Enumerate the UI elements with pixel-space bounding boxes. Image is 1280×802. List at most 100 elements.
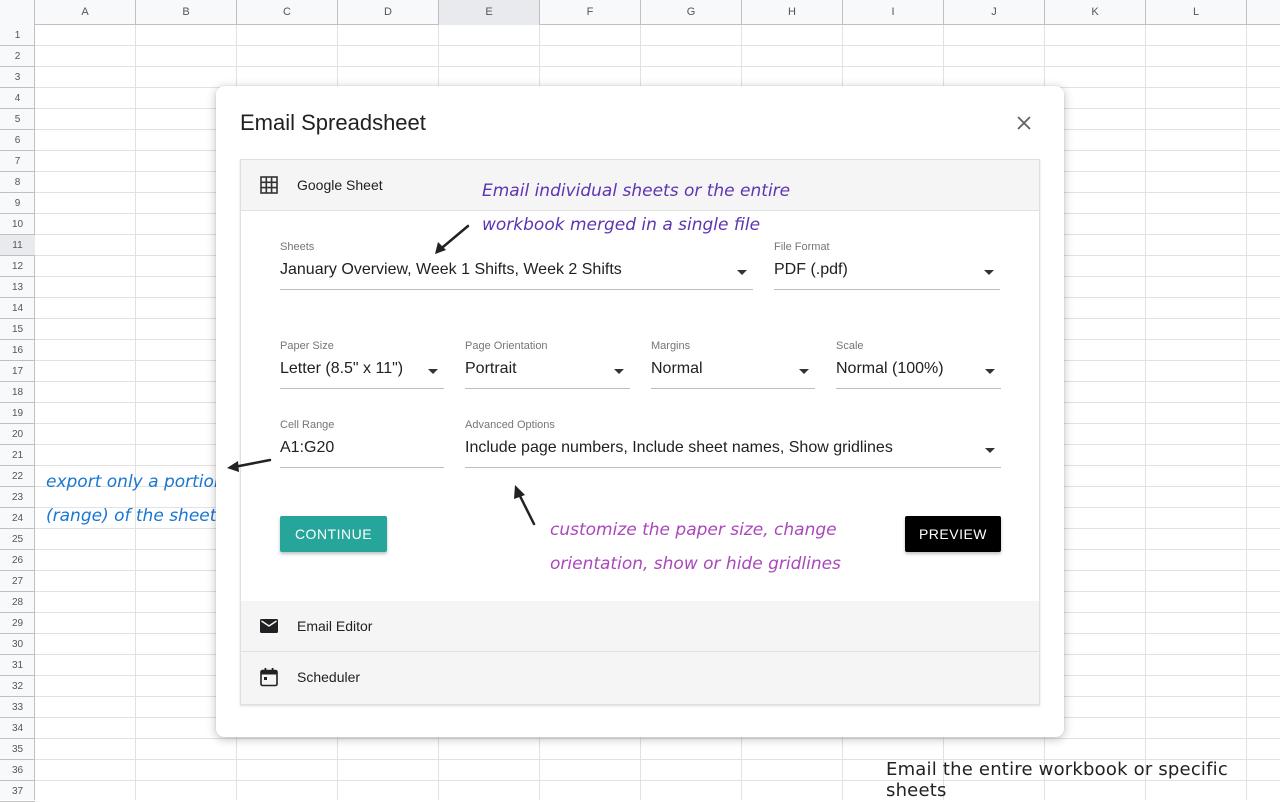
file-format-value-line: PDF (.pdf): [774, 257, 1000, 290]
row-header[interactable]: 21: [0, 445, 35, 466]
row-header[interactable]: 14: [0, 298, 35, 319]
section-email-editor[interactable]: Email Editor: [241, 601, 1039, 652]
row-header[interactable]: 3: [0, 67, 35, 88]
sheets-label: Sheets: [280, 241, 315, 253]
scale-value: Normal (100%): [836, 360, 944, 377]
cell-range-input[interactable]: Cell Range A1:G20: [280, 419, 444, 471]
file-format-select[interactable]: File Format PDF (.pdf): [774, 241, 1000, 293]
annotation-text: export only a portion: [46, 472, 225, 492]
row-header[interactable]: 25: [0, 529, 35, 550]
chevron-down-icon: [737, 270, 747, 275]
scale-select[interactable]: Scale Normal (100%): [836, 340, 1001, 392]
margins-value: Normal: [651, 360, 703, 377]
scale-value-line: Normal (100%): [836, 356, 1001, 389]
row-header[interactable]: 32: [0, 676, 35, 697]
file-format-label: File Format: [774, 241, 830, 253]
row-header[interactable]: 29: [0, 613, 35, 634]
row-header[interactable]: 2: [0, 46, 35, 67]
row-header[interactable]: 13: [0, 277, 35, 298]
select-all-corner[interactable]: [0, 0, 35, 25]
column-header[interactable]: B: [136, 0, 237, 25]
row-header[interactable]: 37: [0, 781, 35, 802]
sheets-select[interactable]: Sheets January Overview, Week 1 Shifts, …: [280, 241, 753, 293]
scale-label: Scale: [836, 340, 864, 352]
paper-size-label: Paper Size: [280, 340, 334, 352]
row-header[interactable]: 35: [0, 739, 35, 760]
arrow-icon: [435, 224, 470, 254]
column-header[interactable]: E: [439, 0, 540, 25]
row-header[interactable]: 16: [0, 340, 35, 361]
column-header-row: ABCDEFGHIJKL: [0, 0, 1280, 25]
row-header[interactable]: 15: [0, 319, 35, 340]
annotation-sheets: Email individual sheets or the entire wo…: [482, 174, 790, 242]
row-header[interactable]: 33: [0, 697, 35, 718]
row-header-column: 1 2 3 4 5 6 7 8 9 10 11 12 13 14 15 16 17 18 19 20 21 22 23 24 2…: [0, 25, 35, 802]
row-header[interactable]: 1: [0, 25, 35, 46]
row-header[interactable]: 28: [0, 592, 35, 613]
margins-select[interactable]: Margins Normal: [651, 340, 815, 392]
arrow-icon: [514, 485, 536, 526]
file-format-value: PDF (.pdf): [774, 261, 848, 278]
row-header[interactable]: 24: [0, 508, 35, 529]
row-header[interactable]: 11: [0, 235, 35, 256]
caption: Email the entire workbook or specific sh…: [886, 759, 1228, 801]
row-header[interactable]: 5: [0, 109, 35, 130]
sheets-value: January Overview, Week 1 Shifts, Week 2 …: [280, 261, 622, 278]
column-header[interactable]: H: [742, 0, 843, 25]
row-header[interactable]: 17: [0, 361, 35, 382]
column-header[interactable]: J: [944, 0, 1045, 25]
row-header[interactable]: 12: [0, 256, 35, 277]
row-header[interactable]: 26: [0, 550, 35, 571]
row-header[interactable]: 18: [0, 382, 35, 403]
cell-range-value-line: A1:G20: [280, 435, 444, 468]
column-header[interactable]: L: [1146, 0, 1247, 25]
row-header[interactable]: 30: [0, 634, 35, 655]
close-button[interactable]: [1014, 113, 1034, 133]
column-header[interactable]: G: [641, 0, 742, 25]
row-header[interactable]: 10: [0, 214, 35, 235]
annotation-text: workbook merged in a single file: [482, 215, 761, 235]
column-header[interactable]: D: [338, 0, 439, 25]
row-header[interactable]: 7: [0, 151, 35, 172]
advanced-options-value: Include page numbers, Include sheet name…: [465, 439, 893, 456]
paper-size-value-line: Letter (8.5" x 11"): [280, 356, 444, 389]
section-label: Scheduler: [297, 669, 361, 685]
preview-button[interactable]: PREVIEW: [905, 516, 1001, 552]
paper-size-value: Letter (8.5" x 11"): [280, 360, 404, 377]
advanced-options-label: Advanced Options: [465, 419, 555, 431]
page-orientation-value-line: Portrait: [465, 356, 630, 389]
row-header[interactable]: 22: [0, 466, 35, 487]
calendar-icon: [260, 668, 278, 687]
annotation-range: export only a portion (range) of the she…: [46, 465, 225, 533]
row-header[interactable]: 36: [0, 760, 35, 781]
annotation-customize: customize the paper size, change orienta…: [550, 513, 841, 581]
row-header[interactable]: 31: [0, 655, 35, 676]
row-header[interactable]: 34: [0, 718, 35, 739]
cell-range-value: A1:G20: [280, 439, 335, 456]
column-header[interactable]: A: [35, 0, 136, 25]
chevron-down-icon: [985, 448, 995, 453]
row-header[interactable]: 8: [0, 172, 35, 193]
row-header[interactable]: 27: [0, 571, 35, 592]
page-orientation-select[interactable]: Page Orientation Portrait: [465, 340, 630, 392]
column-header[interactable]: F: [540, 0, 641, 25]
chevron-down-icon: [985, 369, 995, 374]
continue-button[interactable]: CONTINUE: [280, 516, 387, 552]
grid-icon: [260, 176, 278, 194]
margins-value-line: Normal: [651, 356, 815, 389]
paper-size-select[interactable]: Paper Size Letter (8.5" x 11"): [280, 340, 444, 392]
chevron-down-icon: [984, 270, 994, 275]
column-header[interactable]: K: [1045, 0, 1146, 25]
cell-range-label: Cell Range: [280, 419, 335, 431]
row-header[interactable]: 20: [0, 424, 35, 445]
advanced-options-select[interactable]: Advanced Options Include page numbers, I…: [465, 419, 1001, 471]
section-scheduler[interactable]: Scheduler: [241, 652, 1039, 704]
row-header[interactable]: 23: [0, 487, 35, 508]
column-header[interactable]: C: [237, 0, 338, 25]
row-header[interactable]: 9: [0, 193, 35, 214]
row-header[interactable]: 6: [0, 130, 35, 151]
row-header[interactable]: 4: [0, 88, 35, 109]
column-header[interactable]: I: [843, 0, 944, 25]
row-header[interactable]: 19: [0, 403, 35, 424]
advanced-options-value-line: Include page numbers, Include sheet name…: [465, 435, 1001, 468]
